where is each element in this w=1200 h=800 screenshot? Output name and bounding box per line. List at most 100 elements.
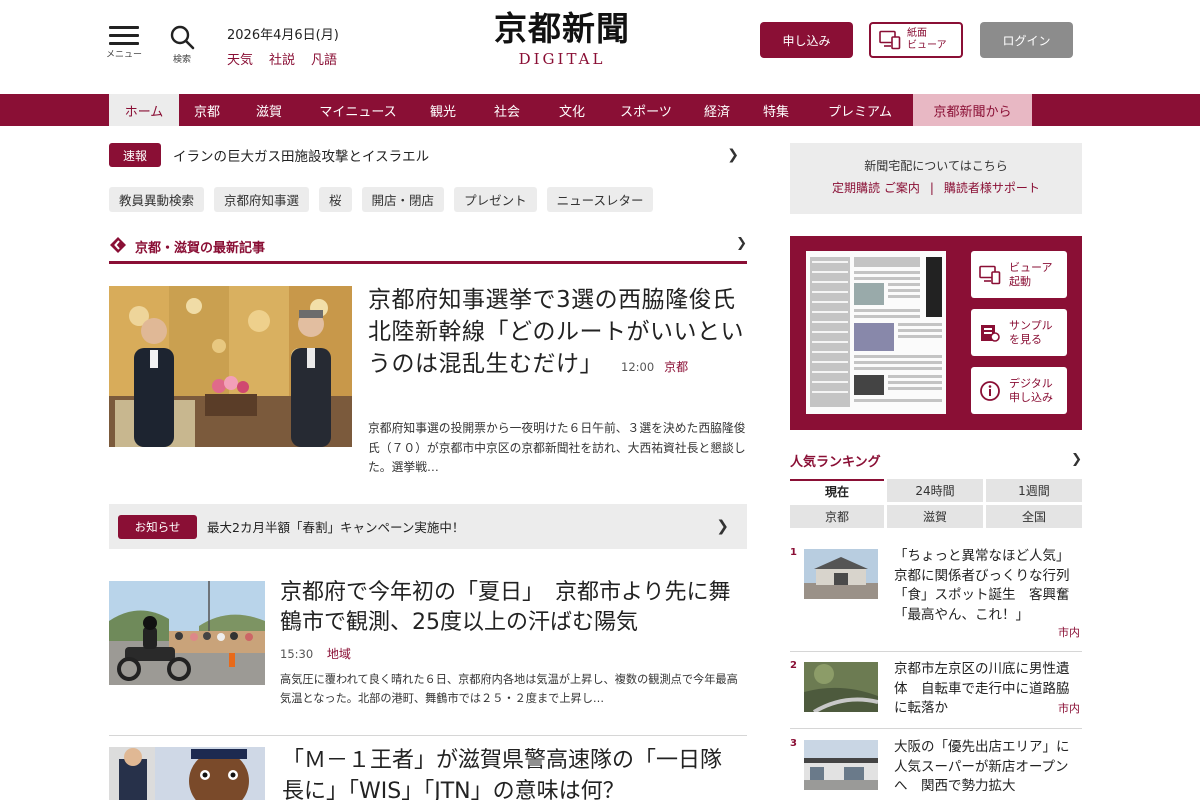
- ranking-tabs: 現在 24時間 1週間 京都 滋賀 全国: [790, 479, 1082, 528]
- current-date: 2026年4月6日(月): [227, 28, 339, 43]
- tab-kyoto[interactable]: 京都: [790, 505, 884, 528]
- ranking-item-2[interactable]: 2 京都市左京区の川底に男性遺体 自転車で走行中に道路脇に転落か 市内: [790, 660, 1082, 720]
- nav-economy[interactable]: 経済: [689, 94, 745, 126]
- site-header: メニュー 検索 2026年4月6日(月) 天気 社説 凡語 京都新聞 DIGIT…: [0, 0, 1200, 94]
- story2-image[interactable]: [109, 581, 265, 685]
- nav-my-news[interactable]: マイニュース: [303, 94, 413, 126]
- notice-bar[interactable]: お知らせ 最大2カ月半額「春割」キャンペーン実施中！ ❯: [109, 504, 747, 549]
- latest-articles-header[interactable]: 京都・滋賀の最新記事 ❯: [109, 234, 747, 264]
- ranking-header[interactable]: 人気ランキング ❯: [790, 451, 1082, 471]
- story2-summary: 高気圧に覆われて良く晴れた６日、京都府内各地は気温が上昇し、複数の観測点で今年最…: [280, 673, 738, 705]
- tag-store-openings[interactable]: 開店・閉店: [361, 187, 445, 212]
- ranking-category-1: 市内: [1058, 626, 1080, 639]
- ranking-title-1: 「ちょっと異常なほど人気」京都に関係者びっくりな行列「食」スポット誕生 客興奮「…: [894, 548, 1070, 623]
- nav-shiga[interactable]: 滋賀: [235, 94, 303, 126]
- ranking-title-3: 大阪の「優先出店エリア」に人気スーパーが新店オープンへ 関西で勢力拡大: [894, 739, 1070, 794]
- tab-24h[interactable]: 24時間: [887, 479, 983, 502]
- tag-governor-election[interactable]: 京都府知事選: [214, 187, 310, 212]
- device-icon: [979, 265, 1001, 284]
- nav-from-kyoto-shimbun[interactable]: 京都新聞から: [913, 94, 1032, 126]
- lead-category[interactable]: 京都: [664, 360, 688, 374]
- tab-1week[interactable]: 1週間: [986, 479, 1082, 502]
- editorial-link[interactable]: 社説: [269, 49, 295, 68]
- nav-premium[interactable]: プレミアム: [807, 94, 913, 126]
- digital-apply-l2: 申し込み: [1009, 390, 1053, 404]
- delivery-heading: 新聞宅配についてはこちら: [864, 159, 1008, 173]
- rank-number: 1: [790, 547, 797, 558]
- nav-society[interactable]: 社会: [473, 94, 541, 126]
- subscriber-support-link[interactable]: 購読者様サポート: [944, 181, 1040, 195]
- ranking-thumb-2: [804, 662, 878, 712]
- logo-subtitle: DIGITAL: [518, 50, 606, 68]
- weather-link[interactable]: 天気: [227, 49, 253, 68]
- lead-title-text: 京都府知事選挙で3選の西脇隆俊氏 北陸新幹線「どのルートがいいというのは混乱生む…: [368, 287, 760, 377]
- subscription-guide-link[interactable]: 定期購読 ご案内: [832, 181, 920, 195]
- rank-number: 2: [790, 660, 797, 671]
- paper-viewer-button[interactable]: 紙面 ビューア: [869, 22, 963, 58]
- subscribe-button[interactable]: 申し込み: [760, 22, 853, 58]
- viewer-label-1: 紙面: [907, 28, 927, 39]
- nav-features[interactable]: 特集: [745, 94, 807, 126]
- lead-article-summary: 京都府知事選の投開票から一夜明けた６日午前、３選を決めた西脇隆俊氏（７０）が京都…: [368, 421, 746, 474]
- paper-viewer-promo: ビューア 起動 サンプル を見る デジタル 申し込み: [790, 236, 1082, 430]
- ranking-category-2: 市内: [1058, 702, 1080, 715]
- breaking-tag: 速報: [109, 143, 161, 167]
- chevron-right-icon: ❯: [716, 517, 729, 535]
- ranking-item-3[interactable]: 3 大阪の「優先出店エリア」に人気スーパーが新店オープンへ 関西で勢力拡大: [790, 738, 1082, 800]
- article-divider: [109, 735, 747, 736]
- story3-headline[interactable]: 「Ｍ－１王者」が滋賀県警高速隊の「一日隊長に」「WIS」「JTN」の意味は何？: [282, 745, 742, 800]
- lead-article-headline[interactable]: 京都府知事選挙で3選の西脇隆俊氏 北陸新幹線「どのルートがいいというのは混乱生む…: [368, 284, 759, 383]
- info-icon: [980, 380, 1000, 401]
- ranking-item-1[interactable]: 1 「ちょっと異常なほど人気」京都に関係者びっくりな行列「食」スポット誕生 客興…: [790, 547, 1082, 645]
- delivery-info-box: 新聞宅配についてはこちら 定期購読 ご案内 | 購読者様サポート: [790, 143, 1082, 214]
- main-nav: ホーム 京都 滋賀 マイニュース 観光 社会 文化 スポーツ 経済 特集 プレミ…: [0, 94, 1200, 126]
- link-separator: |: [929, 181, 934, 195]
- nav-culture[interactable]: 文化: [541, 94, 603, 126]
- sample-view-button[interactable]: サンプル を見る: [971, 309, 1067, 356]
- digital-apply-button[interactable]: デジタル 申し込み: [971, 367, 1067, 414]
- story2-category[interactable]: 地域: [327, 647, 351, 661]
- tab-shiga[interactable]: 滋賀: [887, 505, 983, 528]
- chevron-right-icon: ❯: [736, 236, 747, 251]
- sample-page-icon: [981, 324, 1000, 342]
- date-box: 2026年4月6日(月) 天気 社説 凡語: [227, 24, 339, 68]
- bongo-column-link[interactable]: 凡語: [311, 49, 337, 68]
- site-logo[interactable]: 京都新聞 DIGITAL: [474, 9, 650, 68]
- tag-teacher-transfer[interactable]: 教員異動検索: [109, 187, 205, 212]
- viewer-launch-button[interactable]: ビューア 起動: [971, 251, 1067, 298]
- story2-headline[interactable]: 京都府で今年初の「夏日」 京都市より先に舞鶴市で観測、25度以上の汗ばむ陽気: [280, 578, 740, 638]
- tab-national[interactable]: 全国: [986, 505, 1082, 528]
- breaking-news-bar[interactable]: 速報 イランの巨大ガス田施設攻撃とイスラエル ❯: [109, 143, 747, 167]
- section-title: 京都・滋賀の最新記事: [135, 241, 266, 256]
- ranking-divider: [790, 651, 1082, 652]
- ranking-title: 人気ランキング: [790, 455, 881, 470]
- nav-kyoto[interactable]: 京都: [179, 94, 235, 126]
- story2-meta: 15:30 地域: [280, 645, 351, 662]
- viewer-label-2: ビューア: [907, 40, 947, 51]
- hamburger-icon: [104, 26, 144, 45]
- sample-view-l1: サンプル: [1009, 318, 1053, 332]
- search-button[interactable]: 検索: [162, 22, 202, 65]
- topic-tags: 教員異動検索 京都府知事選 桜 開店・閉店 プレゼント ニュースレター: [109, 187, 654, 212]
- story3-image[interactable]: [109, 747, 265, 800]
- header-links: 天気 社説 凡語: [227, 49, 339, 68]
- ranking-thumb-1: [804, 549, 878, 599]
- tag-sakura[interactable]: 桜: [319, 187, 352, 212]
- menu-button[interactable]: メニュー: [104, 22, 144, 60]
- ranking-divider: [790, 728, 1082, 729]
- tag-present[interactable]: プレゼント: [454, 187, 537, 212]
- breaking-headline: イランの巨大ガス田施設攻撃とイスラエル: [173, 149, 430, 165]
- ranking-thumb-3: [804, 740, 878, 790]
- newspaper-thumbnail[interactable]: [806, 251, 946, 414]
- lead-article-image[interactable]: [109, 286, 352, 447]
- viewer-launch-l1: ビューア: [1009, 260, 1053, 274]
- nav-tourism[interactable]: 観光: [413, 94, 473, 126]
- section-mark-icon: [110, 237, 126, 253]
- login-button[interactable]: ログイン: [980, 22, 1073, 58]
- nav-home[interactable]: ホーム: [109, 94, 179, 126]
- story2-time: 15:30: [280, 647, 314, 661]
- rank-number: 3: [790, 738, 797, 749]
- nav-sports[interactable]: スポーツ: [603, 94, 689, 126]
- tag-newsletter[interactable]: ニュースレター: [546, 187, 654, 212]
- tab-now[interactable]: 現在: [790, 479, 884, 502]
